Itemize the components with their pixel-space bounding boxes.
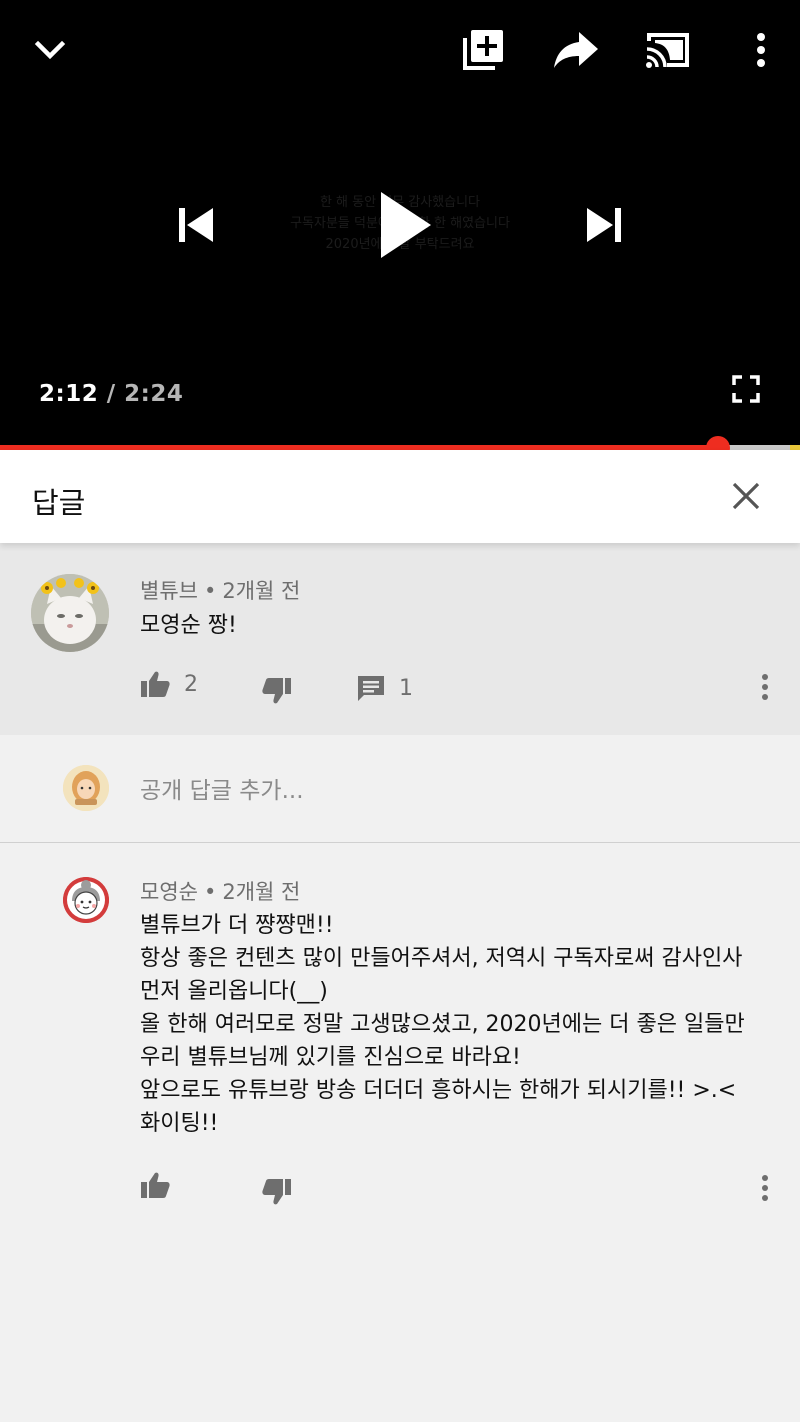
total-time: 2:24 (124, 381, 184, 407)
more-vertical-icon (762, 1175, 768, 1201)
close-icon (732, 482, 760, 510)
meta-dot: • (203, 880, 217, 904)
cat-avatar-icon (31, 574, 109, 652)
my-avatar (63, 765, 109, 811)
time-display: 2:12 / 2:24 (39, 381, 183, 407)
more-vertical-icon (762, 674, 768, 700)
reply-comment: 모영순 • 2개월 전 별튜브가 더 쨩쨩맨!! 항상 좋은 컨텐츠 많이 만들어주… (0, 843, 800, 1422)
fullscreen-button[interactable] (726, 369, 766, 409)
chevron-down-icon (34, 40, 66, 60)
dislike-button[interactable] (262, 677, 292, 705)
like-count: 2 (184, 671, 198, 697)
replies-header: 답글 (0, 450, 800, 543)
comment-more-button[interactable] (753, 667, 777, 707)
avatar[interactable] (31, 574, 109, 652)
skip-previous-icon (179, 208, 213, 242)
comment-more-button[interactable] (753, 1168, 777, 1208)
close-replies-button[interactable] (724, 474, 768, 518)
thumbs-down-icon (262, 678, 291, 704)
reply-comment-icon (358, 676, 384, 701)
reply-button[interactable]: 1 (357, 674, 413, 702)
replies-title: 답글 (32, 486, 86, 520)
comment-meta: 모영순 • 2개월 전 (140, 876, 300, 906)
share-icon (554, 32, 598, 68)
collapse-button[interactable] (26, 26, 74, 74)
avatar[interactable] (63, 877, 109, 923)
add-to-playlist-button[interactable] (459, 26, 507, 74)
add-reply-input[interactable]: 공개 답글 추가... (140, 771, 304, 805)
user-avatar-icon (63, 765, 109, 811)
comment-author[interactable]: 별튜브 (140, 579, 198, 603)
like-button[interactable] (140, 1171, 170, 1199)
add-reply-row[interactable]: 공개 답글 추가... (0, 735, 800, 843)
thumbs-up-icon (141, 1172, 170, 1198)
fullscreen-icon (732, 375, 760, 403)
previous-button[interactable] (170, 202, 220, 248)
comment-author[interactable]: 모영순 (140, 880, 198, 904)
parent-comment: 별튜브 • 2개월 전 모영순 짱! 2 1 (0, 543, 800, 735)
dislike-button[interactable] (262, 1178, 292, 1206)
more-vertical-icon (757, 33, 765, 67)
comment-text: 별튜브가 더 쨩쨩맨!! 항상 좋은 컨텐츠 많이 만들어주셔서, 저역시 구독… (140, 913, 745, 1136)
comment-time: 2개월 전 (222, 880, 301, 904)
video-player[interactable]: 한 해 동안 너무 감사했습니다 구독자분들 덕분에 행복한 한 해였습니다 2… (0, 0, 800, 460)
app-root: 한 해 동안 너무 감사했습니다 구독자분들 덕분에 행복한 한 해였습니다 2… (0, 0, 800, 1422)
more-options-button[interactable] (737, 26, 785, 74)
thumbs-up-icon (141, 671, 170, 697)
cast-icon (646, 33, 689, 68)
next-button[interactable] (580, 202, 630, 248)
meta-dot: • (203, 579, 217, 603)
cast-button[interactable] (644, 26, 692, 74)
reply-count: 1 (399, 675, 413, 701)
time-separator: / (98, 381, 125, 407)
current-time: 2:12 (39, 381, 99, 407)
comment-text: 모영순 짱! (140, 613, 237, 638)
play-icon (381, 192, 431, 258)
playlist-add-icon (463, 30, 503, 70)
comment-time: 2개월 전 (222, 579, 301, 603)
grandma-avatar-icon (63, 877, 109, 923)
comment-meta: 별튜브 • 2개월 전 (140, 575, 300, 605)
like-button[interactable]: 2 (140, 670, 198, 698)
share-button[interactable] (552, 26, 600, 74)
play-button[interactable] (372, 186, 438, 264)
thumbs-down-icon (262, 1179, 291, 1205)
skip-next-icon (587, 208, 621, 242)
